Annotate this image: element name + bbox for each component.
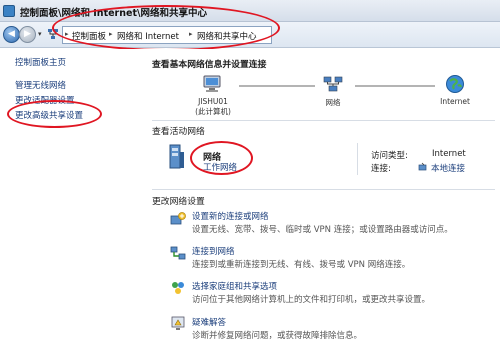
task-troubleshoot-desc: 诊断并修复网络问题，或获得故障排除信息。 (192, 331, 363, 341)
annotation-circle-address (52, 5, 280, 51)
troubleshoot-icon[interactable] (170, 315, 186, 331)
task-homegroup-desc: 访问位于其他网络计算机上的文件和打印机，或更改共享设置。 (192, 295, 431, 305)
computer-name: JISHU01 (198, 97, 228, 106)
local-connection-icon (418, 162, 427, 171)
map-connection-line (355, 85, 435, 87)
access-type-label: 访问类型: (371, 151, 408, 161)
computer-icon[interactable] (202, 75, 222, 93)
task-setup-connection-link[interactable]: 设置新的连接或网络 (192, 210, 269, 222)
sidebar: 控制面板主页 管理无线网络 更改适配器设置 更改高级共享设置 (0, 49, 143, 352)
annotation-circle-active-network (190, 141, 253, 175)
internet-label: Internet (440, 97, 470, 106)
sidebar-control-panel-home[interactable]: 控制面板主页 (15, 56, 66, 68)
task-homegroup-link[interactable]: 选择家庭组和共享选项 (192, 280, 277, 292)
work-network-icon[interactable] (166, 144, 186, 170)
control-panel-icon (3, 5, 15, 17)
task-connect-network-link[interactable]: 连接到网络 (192, 245, 235, 257)
annotation-circle-sidebar (7, 100, 102, 128)
divider (152, 189, 495, 190)
task-setup-connection-desc: 设置无线、宽带、拨号、临时或 VPN 连接；或设置路由器或访问点。 (192, 225, 453, 235)
task-connect-network-desc: 连接到或重新连接到无线、有线、拨号或 VPN 网络连接。 (192, 260, 411, 270)
internet-globe-icon[interactable] (445, 74, 465, 94)
computer-sublabel: (此计算机) (195, 107, 231, 116)
sidebar-item-manage-wireless[interactable]: 管理无线网络 (15, 79, 66, 91)
history-dropdown-icon[interactable]: ▾ (38, 30, 42, 38)
main-content: 查看基本网络信息并设置连接 JISHU01 (此计算机) 网络 Internet… (143, 49, 500, 352)
homegroup-icon[interactable] (170, 280, 186, 296)
back-button[interactable]: ◀ (3, 26, 20, 43)
local-connection-link[interactable]: 本地连接 (431, 162, 465, 174)
forward-button[interactable]: ▶ (19, 26, 36, 43)
vertical-divider (357, 143, 358, 175)
change-settings-heading: 更改网络设置 (152, 197, 205, 207)
divider (152, 120, 495, 121)
map-connection-line (239, 85, 315, 87)
connection-label: 连接: (371, 164, 391, 174)
connect-network-icon[interactable] (170, 245, 186, 261)
network-map-icon[interactable] (323, 75, 343, 93)
task-troubleshoot-link[interactable]: 疑难解答 (192, 316, 226, 328)
network-map-label: 网络 (325, 98, 341, 107)
active-networks-heading: 查看活动网络 (152, 127, 205, 137)
access-type-value: Internet (432, 149, 466, 159)
new-connection-icon[interactable] (170, 212, 186, 228)
basic-info-heading: 查看基本网络信息并设置连接 (152, 60, 267, 70)
